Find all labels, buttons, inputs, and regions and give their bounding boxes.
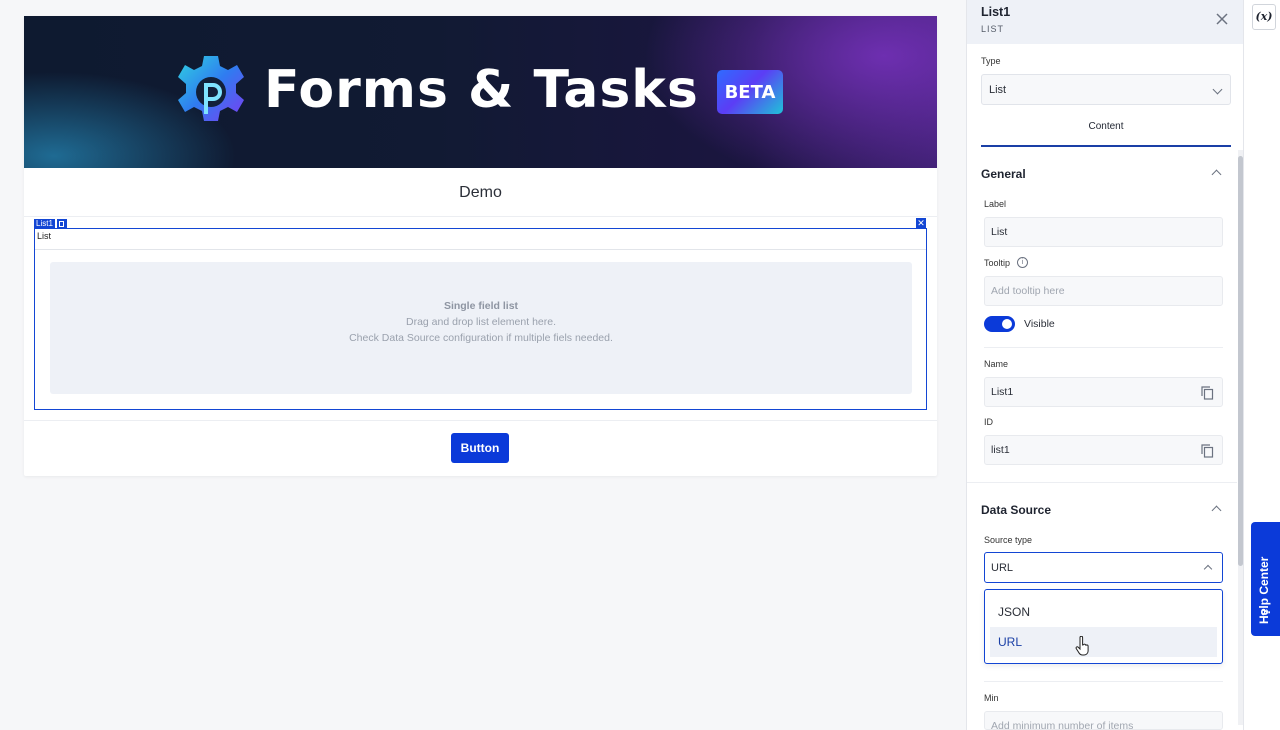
visible-label: Visible [1024, 318, 1055, 330]
drop-zone-hint: Drag and drop list element here. [406, 316, 556, 328]
label-field-label: Label [984, 199, 1007, 209]
drop-zone-text: Single field list Drag and drop list ele… [50, 298, 912, 346]
divider [24, 216, 937, 217]
list-tag-label[interactable]: List1 [34, 219, 55, 228]
panel-subtitle: LIST [981, 24, 1005, 34]
source-type-label: Source type [984, 535, 1033, 545]
id-input[interactable]: list1 [984, 435, 1223, 465]
copy-icon[interactable] [1201, 386, 1214, 400]
divider [984, 681, 1223, 682]
type-label: Type [981, 56, 1001, 66]
form-card: Forms & Tasks BETA Demo List1 ✕ List Sin… [24, 16, 937, 476]
help-center-tab[interactable]: ? Help Center [1251, 522, 1280, 636]
divider [967, 482, 1237, 483]
form-title: Demo [459, 184, 502, 201]
variables-button[interactable]: (x) [1252, 4, 1276, 30]
divider [984, 347, 1223, 348]
right-toolbar: (x) ? Help Center [1243, 0, 1280, 730]
id-input-value: list1 [991, 444, 1010, 456]
hand-cursor-icon [1075, 636, 1089, 656]
min-placeholder: Add minimum number of items [991, 720, 1134, 730]
panel-header: List1 LIST [967, 0, 1243, 44]
beta-badge: BETA [717, 70, 783, 114]
form-banner: Forms & Tasks BETA [24, 16, 937, 168]
tooltip-field-label: Tooltip [984, 258, 1011, 268]
tooltip-placeholder: Add tooltip here [991, 285, 1065, 297]
name-field-label: Name [984, 359, 1009, 369]
gear-logo-icon [178, 56, 244, 121]
divider [24, 420, 937, 421]
dropdown-option-json[interactable]: JSON [990, 597, 1217, 627]
drop-zone-hint-2: Check Data Source configuration if multi… [349, 332, 613, 344]
source-type-value: URL [991, 562, 1014, 574]
banner-title: Forms & Tasks [264, 60, 699, 120]
min-field-label: Min [984, 693, 999, 703]
list-drop-zone[interactable]: Single field list Drag and drop list ele… [50, 262, 912, 394]
form-button[interactable]: Button [451, 433, 509, 463]
label-input-value: List [991, 226, 1008, 238]
source-type-dropdown: JSON URL [984, 589, 1223, 664]
info-icon[interactable]: i [1017, 257, 1028, 268]
duplicate-icon[interactable] [56, 219, 67, 228]
type-select[interactable]: List [981, 74, 1231, 105]
divider [35, 249, 926, 250]
properties-panel: List1 LIST Type List Content General Lab… [966, 0, 1243, 730]
label-input[interactable]: List [984, 217, 1223, 247]
help-center-label: Help Center [1257, 556, 1271, 624]
panel-title: List1 [981, 5, 1011, 19]
dropdown-option-url[interactable]: URL [990, 627, 1217, 657]
tab-content[interactable]: Content [981, 117, 1231, 147]
visible-toggle[interactable] [984, 316, 1015, 332]
chevron-up-icon [1203, 564, 1213, 574]
drop-zone-title: Single field list [443, 300, 519, 312]
form-canvas: Forms & Tasks BETA Demo List1 ✕ List Sin… [0, 0, 966, 730]
chevron-down-icon [1212, 84, 1223, 95]
min-input[interactable]: Add minimum number of items [984, 711, 1223, 730]
type-select-value: List [989, 84, 1007, 96]
list-selection-tag: List1 [34, 219, 67, 228]
list-element[interactable]: List Single field list Drag and drop lis… [34, 228, 927, 410]
source-type-select[interactable]: URL [984, 552, 1223, 583]
section-general-title[interactable]: General [981, 167, 1026, 181]
remove-element-icon[interactable]: ✕ [916, 218, 926, 228]
close-icon[interactable] [1213, 10, 1231, 28]
name-input[interactable]: List1 [984, 377, 1223, 407]
id-field-label: ID [984, 417, 993, 427]
tooltip-input[interactable]: Add tooltip here [984, 276, 1223, 306]
name-input-value: List1 [991, 386, 1014, 398]
list-label: List [37, 231, 52, 241]
copy-icon[interactable] [1201, 444, 1214, 458]
section-data-source-title[interactable]: Data Source [981, 503, 1051, 517]
